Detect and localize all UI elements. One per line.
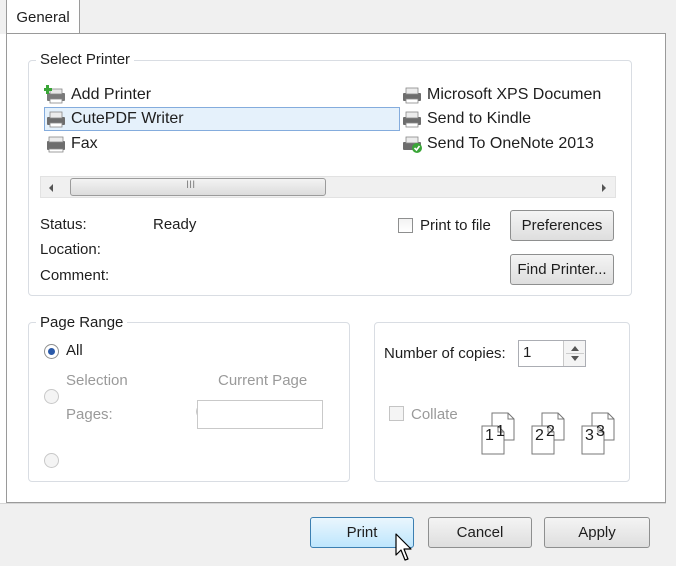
status-value: Ready	[153, 216, 197, 233]
selection-label: Selection	[66, 372, 128, 389]
status-label: Status:	[40, 216, 87, 233]
fax-icon	[44, 134, 68, 154]
onenote-printer-icon	[400, 134, 424, 154]
copies-spinner[interactable]	[563, 341, 585, 366]
printer-item-send-to-onenote[interactable]: Send To OneNote 2013	[400, 132, 618, 156]
printer-label: Send To OneNote 2013	[427, 135, 594, 152]
collate-page-number: 3	[596, 423, 605, 440]
printer-item-send-to-kindle[interactable]: Send to Kindle	[400, 107, 618, 131]
printer-label: Microsoft XPS Documen	[427, 86, 602, 103]
number-of-copies-label: Number of copies:	[384, 345, 506, 362]
window-edge	[666, 0, 676, 566]
copies-value: 1	[523, 344, 532, 361]
selection-radio[interactable]	[44, 389, 59, 404]
printer-icon	[400, 85, 424, 105]
collate-page-number: 1	[496, 423, 505, 440]
scroll-thumb[interactable]	[70, 178, 326, 196]
pages-input[interactable]	[197, 400, 323, 429]
printer-item-microsoft-xps[interactable]: Microsoft XPS Documen	[400, 83, 618, 107]
all-radio[interactable]	[44, 344, 59, 359]
scroll-left-arrow-icon[interactable]	[46, 181, 56, 193]
cancel-button[interactable]: Cancel	[428, 517, 532, 548]
collate-page-number: 2	[535, 427, 544, 444]
spinner-arrows-icon	[566, 346, 584, 361]
collate-page-number: 3	[585, 427, 594, 444]
printer-label: Send to Kindle	[427, 110, 532, 127]
printer-item-fax[interactable]: Fax	[44, 132, 394, 156]
find-printer-button[interactable]: Find Printer...	[510, 254, 614, 285]
collate-page-number: 1	[485, 427, 494, 444]
printer-item-add-printer[interactable]: Add Printer	[43, 83, 394, 107]
all-label: All	[66, 342, 83, 359]
printer-icon	[44, 109, 68, 129]
scroll-right-arrow-icon[interactable]	[599, 181, 609, 193]
tab-general[interactable]: General	[6, 0, 80, 34]
printer-icon	[400, 109, 424, 129]
printer-label: CutePDF Writer	[71, 110, 184, 127]
collate-checkbox[interactable]	[389, 406, 404, 421]
collate-page-number: 2	[546, 423, 555, 440]
tab-strip	[0, 0, 676, 34]
apply-button[interactable]: Apply	[544, 517, 650, 548]
current-page-label: Current Page	[218, 372, 308, 389]
comment-label: Comment:	[40, 267, 110, 284]
printer-label: Add Printer	[71, 86, 152, 103]
select-printer-legend: Select Printer	[36, 51, 135, 68]
printer-label: Fax	[71, 135, 98, 152]
page-range-legend: Page Range	[36, 314, 128, 331]
printer-item-cutepdf-writer[interactable]: CutePDF Writer	[44, 107, 394, 131]
print-to-file-checkbox[interactable]	[398, 218, 413, 233]
collate-label: Collate	[411, 406, 458, 423]
pages-radio[interactable]	[44, 453, 59, 468]
location-label: Location:	[40, 241, 101, 258]
scroll-grip: III	[186, 179, 196, 191]
pages-label: Pages:	[66, 406, 113, 423]
print-to-file-label: Print to file	[420, 217, 491, 234]
preferences-button[interactable]: Preferences	[510, 210, 614, 241]
mouse-cursor-icon	[395, 533, 415, 563]
add-printer-icon	[43, 85, 68, 105]
